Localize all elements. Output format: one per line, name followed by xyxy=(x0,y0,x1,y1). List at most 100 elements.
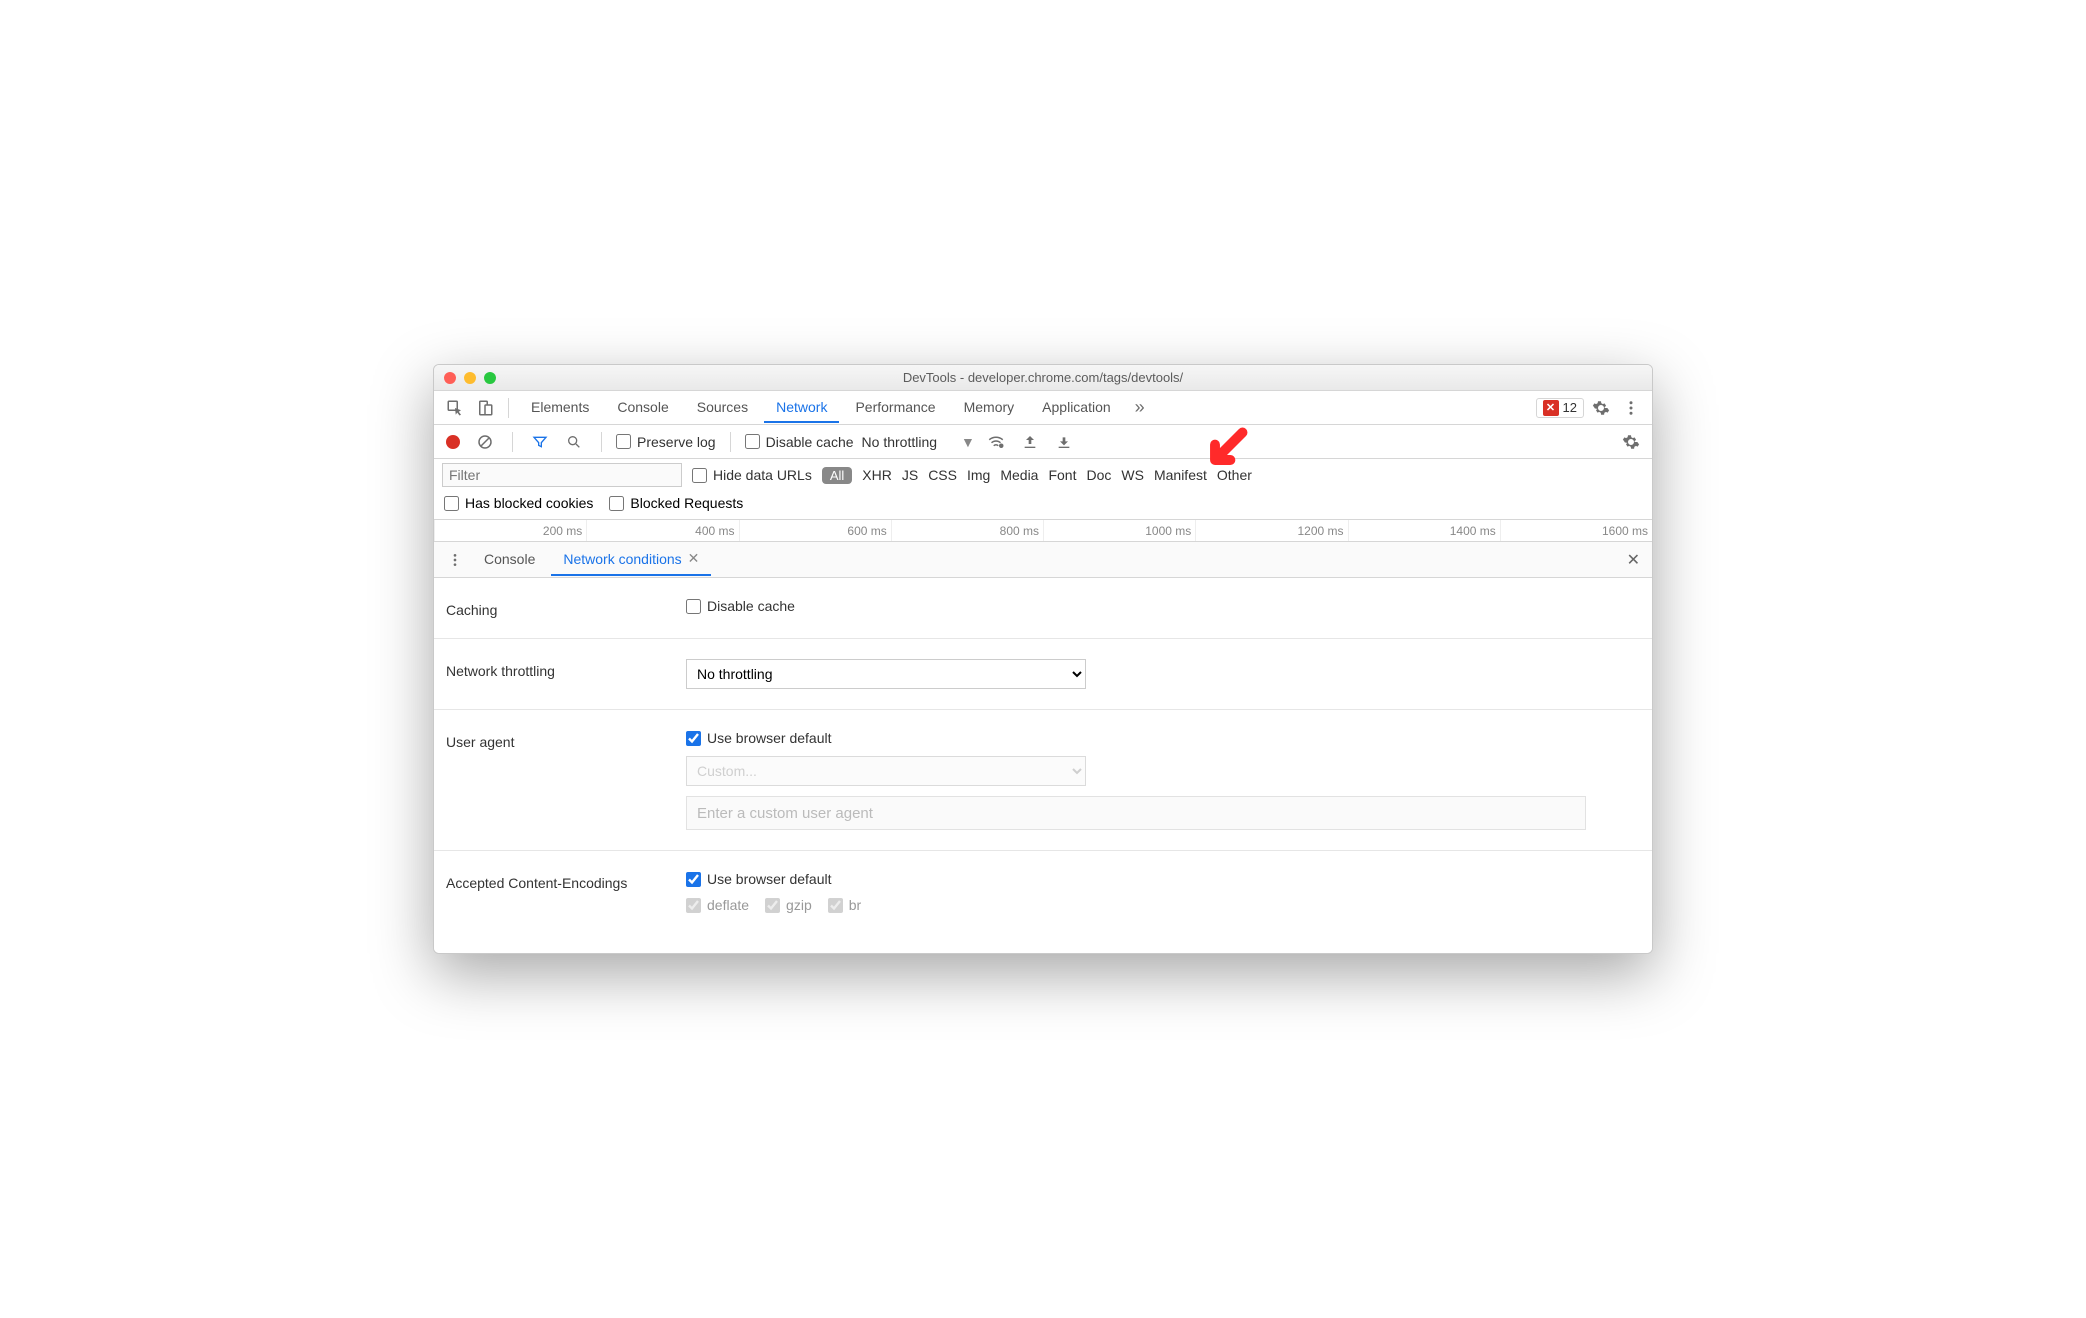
user-agent-label: User agent xyxy=(446,730,686,750)
hide-data-urls-label: Hide data URLs xyxy=(713,467,812,483)
error-count: 12 xyxy=(1563,400,1577,415)
settings-gear-icon[interactable] xyxy=(1588,395,1614,421)
timeline-tick: 1400 ms xyxy=(1348,520,1500,541)
titlebar: DevTools - developer.chrome.com/tags/dev… xyxy=(434,365,1652,391)
zoom-window-button[interactable] xyxy=(484,372,496,384)
filter-type-media[interactable]: Media xyxy=(1000,467,1038,483)
has-blocked-cookies-input[interactable] xyxy=(444,496,459,511)
encodings-row: deflate gzip br xyxy=(686,897,1640,913)
divider xyxy=(512,432,513,452)
drawer-close-icon[interactable]: ✕ xyxy=(1627,550,1640,570)
tab-performance[interactable]: Performance xyxy=(843,393,947,423)
enc-gzip-label: gzip xyxy=(786,897,812,913)
drawer-tab-network-conditions[interactable]: Network conditions ✕ xyxy=(551,543,711,576)
window-title: DevTools - developer.chrome.com/tags/dev… xyxy=(444,370,1642,385)
network-conditions-icon[interactable] xyxy=(983,429,1009,455)
filter-type-css[interactable]: CSS xyxy=(928,467,957,483)
ua-use-default-label: Use browser default xyxy=(707,730,832,746)
preserve-log-checkbox[interactable]: Preserve log xyxy=(616,434,716,450)
ua-preset-select: Custom... xyxy=(686,756,1086,786)
tab-sources[interactable]: Sources xyxy=(685,393,760,423)
hide-data-urls-input[interactable] xyxy=(692,468,707,483)
throttling-select[interactable]: No throttling xyxy=(686,659,1086,689)
network-conditions-panel: Caching Disable cache Network throttling… xyxy=(434,578,1652,953)
timeline-tick: 200 ms xyxy=(434,520,586,541)
filter-type-xhr[interactable]: XHR xyxy=(862,467,892,483)
filter-type-ws[interactable]: WS xyxy=(1121,467,1144,483)
blocked-requests-label: Blocked Requests xyxy=(630,495,743,511)
disable-cache-label: Disable cache xyxy=(766,434,854,450)
ua-use-default-checkbox[interactable]: Use browser default xyxy=(686,730,1640,746)
minimize-window-button[interactable] xyxy=(464,372,476,384)
section-user-agent: User agent Use browser default Custom... xyxy=(434,710,1652,851)
kebab-menu-icon[interactable] xyxy=(1618,395,1644,421)
enc-deflate-input xyxy=(686,898,701,913)
blocked-requests-checkbox[interactable]: Blocked Requests xyxy=(609,495,743,511)
filter-bar: Hide data URLs All XHR JS CSS Img Media … xyxy=(434,459,1652,491)
section-encodings: Accepted Content-Encodings Use browser d… xyxy=(434,851,1652,933)
device-toggle-icon[interactable] xyxy=(472,395,498,421)
error-x-icon: ✕ xyxy=(1543,400,1559,416)
timeline-tick: 1000 ms xyxy=(1043,520,1195,541)
filter-input[interactable] xyxy=(442,463,682,487)
filter-type-js[interactable]: JS xyxy=(902,467,918,483)
enc-deflate-label: deflate xyxy=(707,897,749,913)
timeline-ruler[interactable]: 200 ms 400 ms 600 ms 800 ms 1000 ms 1200… xyxy=(434,520,1652,542)
throttling-label: Network throttling xyxy=(446,659,686,679)
filter-bar-2: Has blocked cookies Blocked Requests xyxy=(434,491,1652,520)
timeline-tick: 400 ms xyxy=(586,520,738,541)
has-blocked-cookies-label: Has blocked cookies xyxy=(465,495,593,511)
enc-use-default-checkbox[interactable]: Use browser default xyxy=(686,871,1640,887)
nc-disable-cache-label: Disable cache xyxy=(707,598,795,614)
clear-icon[interactable] xyxy=(472,429,498,455)
traffic-lights xyxy=(444,372,496,384)
ua-use-default-input[interactable] xyxy=(686,731,701,746)
enc-use-default-input[interactable] xyxy=(686,872,701,887)
error-count-badge[interactable]: ✕ 12 xyxy=(1536,398,1584,418)
divider xyxy=(508,398,509,418)
main-tabbar: Elements Console Sources Network Perform… xyxy=(434,391,1652,425)
enc-use-default-label: Use browser default xyxy=(707,871,832,887)
close-tab-icon[interactable]: ✕ xyxy=(688,550,700,567)
tab-network[interactable]: Network xyxy=(764,393,839,423)
disable-cache-checkbox[interactable]: Disable cache xyxy=(745,434,854,450)
throttling-dropdown[interactable]: No throttling ▼ xyxy=(862,434,975,450)
caching-label: Caching xyxy=(446,598,686,618)
drawer-kebab-icon[interactable] xyxy=(442,547,468,573)
tab-console[interactable]: Console xyxy=(605,393,680,423)
more-tabs-icon[interactable]: » xyxy=(1127,395,1153,421)
encodings-label: Accepted Content-Encodings xyxy=(446,871,686,891)
dropdown-caret-icon: ▼ xyxy=(961,434,975,450)
enc-gzip-checkbox: gzip xyxy=(765,897,812,913)
disable-cache-input[interactable] xyxy=(745,434,760,449)
section-throttling: Network throttling No throttling xyxy=(434,639,1652,710)
divider xyxy=(601,432,602,452)
filter-type-other[interactable]: Other xyxy=(1217,467,1252,483)
upload-har-icon[interactable] xyxy=(1017,429,1043,455)
filter-type-img[interactable]: Img xyxy=(967,467,990,483)
filter-type-manifest[interactable]: Manifest xyxy=(1154,467,1207,483)
record-button[interactable] xyxy=(446,435,460,449)
filter-type-doc[interactable]: Doc xyxy=(1086,467,1111,483)
tab-elements[interactable]: Elements xyxy=(519,393,601,423)
timeline-tick: 600 ms xyxy=(739,520,891,541)
search-icon[interactable] xyxy=(561,429,587,455)
nc-disable-cache-checkbox[interactable]: Disable cache xyxy=(686,598,1640,614)
inspect-element-icon[interactable] xyxy=(442,395,468,421)
filter-type-font[interactable]: Font xyxy=(1048,467,1076,483)
drawer-tabbar: Console Network conditions ✕ ✕ xyxy=(434,542,1652,578)
drawer-tab-console[interactable]: Console xyxy=(472,544,547,576)
enc-br-input xyxy=(828,898,843,913)
blocked-requests-input[interactable] xyxy=(609,496,624,511)
close-window-button[interactable] xyxy=(444,372,456,384)
nc-disable-cache-input[interactable] xyxy=(686,599,701,614)
filter-all-pill[interactable]: All xyxy=(822,467,852,484)
tab-application[interactable]: Application xyxy=(1030,393,1123,423)
download-har-icon[interactable] xyxy=(1051,429,1077,455)
preserve-log-input[interactable] xyxy=(616,434,631,449)
filter-funnel-icon[interactable] xyxy=(527,429,553,455)
hide-data-urls-checkbox[interactable]: Hide data URLs xyxy=(692,467,812,483)
has-blocked-cookies-checkbox[interactable]: Has blocked cookies xyxy=(444,495,593,511)
panel-settings-gear-icon[interactable] xyxy=(1618,429,1644,455)
tab-memory[interactable]: Memory xyxy=(952,393,1027,423)
